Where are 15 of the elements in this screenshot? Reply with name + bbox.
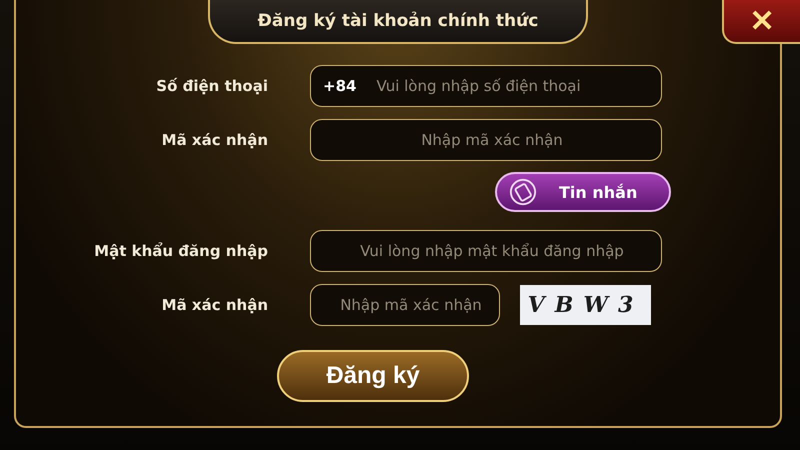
input-field[interactable]: Nhập mã xác nhận — [310, 284, 500, 326]
phone-field[interactable]: +84 Vui lòng nhập số điện thoại — [310, 64, 662, 106]
close-button[interactable]: ✕ — [722, 0, 800, 44]
country-code: +84 — [323, 76, 356, 94]
sms-button[interactable]: Tin nhắn — [495, 172, 671, 212]
field-label: Số điện thoại — [156, 76, 268, 94]
phone-icon — [509, 178, 537, 206]
field-label: Mã xác nhận — [162, 130, 268, 148]
captcha-image: VBW3 — [520, 284, 651, 324]
field-label: Mã xác nhận — [162, 296, 268, 314]
phone-input[interactable]: Vui lòng nhập số điện thoại — [372, 66, 661, 104]
field-label: Mật khẩu đăng nhập — [94, 242, 268, 260]
dialog-title: Đăng ký tài khoản chính thức — [258, 11, 538, 31]
register-button[interactable]: Đăng ký — [277, 350, 469, 402]
text-input[interactable]: Nhập mã xác nhận — [323, 286, 499, 324]
